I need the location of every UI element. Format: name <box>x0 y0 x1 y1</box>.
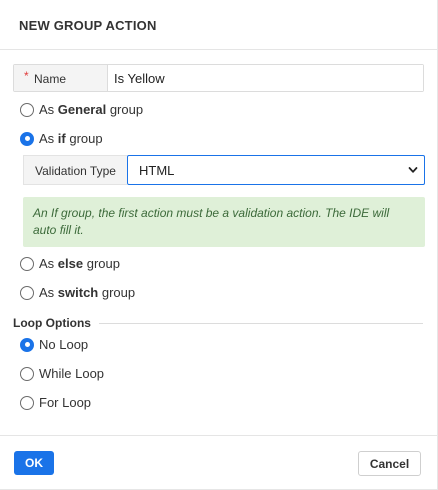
radio-label-bold: General <box>57 102 107 117</box>
radio-label-suffix: group <box>83 256 120 271</box>
name-input[interactable] <box>108 65 423 91</box>
radio-label: As switch group <box>39 285 135 300</box>
radio-button[interactable] <box>20 285 34 300</box>
radio-for-loop[interactable]: For Loop <box>20 395 91 410</box>
radio-label: As General group <box>39 102 143 117</box>
radio-label-suffix: group <box>106 102 144 117</box>
radio-label: As else group <box>39 256 120 271</box>
radio-label: As if group <box>39 131 103 146</box>
radio-button[interactable] <box>20 102 34 117</box>
radio-label: For Loop <box>39 395 92 410</box>
radio-else-group[interactable]: As else group <box>20 256 120 271</box>
ok-button[interactable]: OK <box>14 451 54 475</box>
name-label: * Name <box>14 65 108 91</box>
validation-type-label: Validation Type <box>23 155 127 185</box>
chevron-down-icon <box>408 167 418 173</box>
section-divider <box>98 322 423 324</box>
radio-label: While Loop <box>39 366 105 381</box>
radio-no-loop[interactable]: No Loop <box>20 337 88 352</box>
radio-label: No Loop <box>39 337 89 352</box>
radio-label-prefix: As <box>39 285 58 300</box>
radio-switch-group[interactable]: As switch group <box>20 285 135 300</box>
radio-label-prefix: As <box>39 102 58 117</box>
validation-type-value: HTML <box>139 162 175 178</box>
radio-if-group[interactable]: As if group <box>20 131 103 146</box>
radio-label-bold: else <box>57 256 84 271</box>
required-marker: * <box>24 69 29 83</box>
cancel-button[interactable]: Cancel <box>358 451 421 476</box>
loop-options-section: Loop Options <box>13 316 423 330</box>
radio-label-bold: if <box>57 131 66 146</box>
name-label-text: Name <box>34 72 67 86</box>
dialog-header: NEW GROUP ACTION <box>0 0 437 50</box>
radio-button[interactable] <box>20 256 34 271</box>
footer-divider <box>0 435 437 436</box>
validation-type-row: Validation Type HTML <box>23 155 425 185</box>
radio-button-checked[interactable] <box>20 131 34 146</box>
radio-label-prefix: As <box>39 131 58 146</box>
radio-button[interactable] <box>20 366 34 381</box>
radio-while-loop[interactable]: While Loop <box>20 366 104 381</box>
new-group-action-dialog: NEW GROUP ACTION * Name As General group… <box>0 0 438 490</box>
radio-button[interactable] <box>20 395 34 410</box>
name-field-row: * Name <box>13 64 424 92</box>
radio-label-prefix: As <box>39 256 58 271</box>
loop-options-title: Loop Options <box>13 316 91 330</box>
validation-type-select[interactable]: HTML <box>127 155 425 185</box>
radio-label-suffix: group <box>65 131 103 146</box>
info-message: An If group, the first action must be a … <box>23 197 425 247</box>
radio-general-group[interactable]: As General group <box>20 102 143 117</box>
radio-button-checked[interactable] <box>20 337 34 352</box>
radio-label-suffix: group <box>98 285 136 300</box>
radio-label-bold: switch <box>57 285 99 300</box>
dialog-title: NEW GROUP ACTION <box>19 18 157 33</box>
